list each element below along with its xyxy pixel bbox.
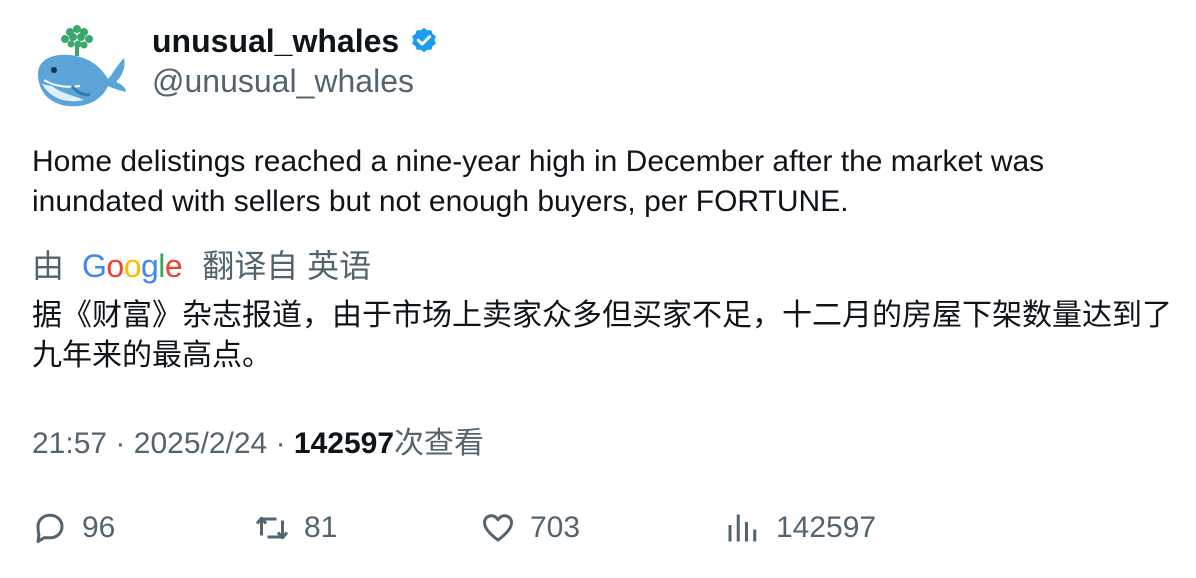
display-name-text: unusual_whales: [152, 23, 400, 59]
tweet-meta: 21:57 · 2025/2/24 · 142597次查看: [32, 424, 484, 464]
display-name[interactable]: unusual_whales: [152, 22, 439, 60]
views-action-count: 142597: [776, 511, 877, 544]
like-count: 703: [530, 511, 581, 544]
avatar[interactable]: [32, 24, 128, 114]
reply-button[interactable]: 96: [32, 510, 115, 546]
reply-count: 96: [82, 511, 116, 544]
views-button[interactable]: 142597: [724, 510, 876, 546]
handle[interactable]: @unusual_whales: [152, 62, 414, 100]
views-icon: [728, 514, 757, 542]
verified-badge-icon: [412, 27, 437, 53]
tweet-date[interactable]: 2025/2/24: [134, 427, 267, 460]
views-label: 次查看: [394, 427, 485, 460]
translated-by-label: 由: [32, 248, 65, 284]
meta-separator: ·: [275, 427, 286, 460]
views-count: 142597: [293, 427, 395, 460]
google-logo[interactable]: Google: [82, 246, 183, 286]
reply-icon: [36, 513, 64, 543]
whale-avatar-icon: [38, 25, 126, 107]
like-button[interactable]: 703: [480, 510, 580, 546]
translated-from-label[interactable]: 翻译自 英语: [202, 246, 371, 286]
tweet-card: unusual_whales @unusual_whales Home deli…: [0, 0, 1196, 578]
retweet-button[interactable]: 81: [254, 510, 337, 546]
like-icon: [483, 514, 513, 542]
translation-header: 由 Google 翻译自 英语: [32, 246, 371, 286]
retweet-icon: [255, 516, 289, 540]
tweet-text: Home delistings reached a nine-year high…: [32, 145, 1045, 218]
action-bar: 96 81 703 142597: [32, 510, 1172, 554]
translated-text: 据《财富》杂志报道，由于市场上卖家众多但买家不足，十二月的房屋下架数量达到了九年…: [32, 299, 1172, 372]
tweet-time[interactable]: 21:57: [32, 427, 107, 460]
retweet-count: 81: [304, 511, 338, 544]
meta-separator: ·: [115, 427, 126, 460]
